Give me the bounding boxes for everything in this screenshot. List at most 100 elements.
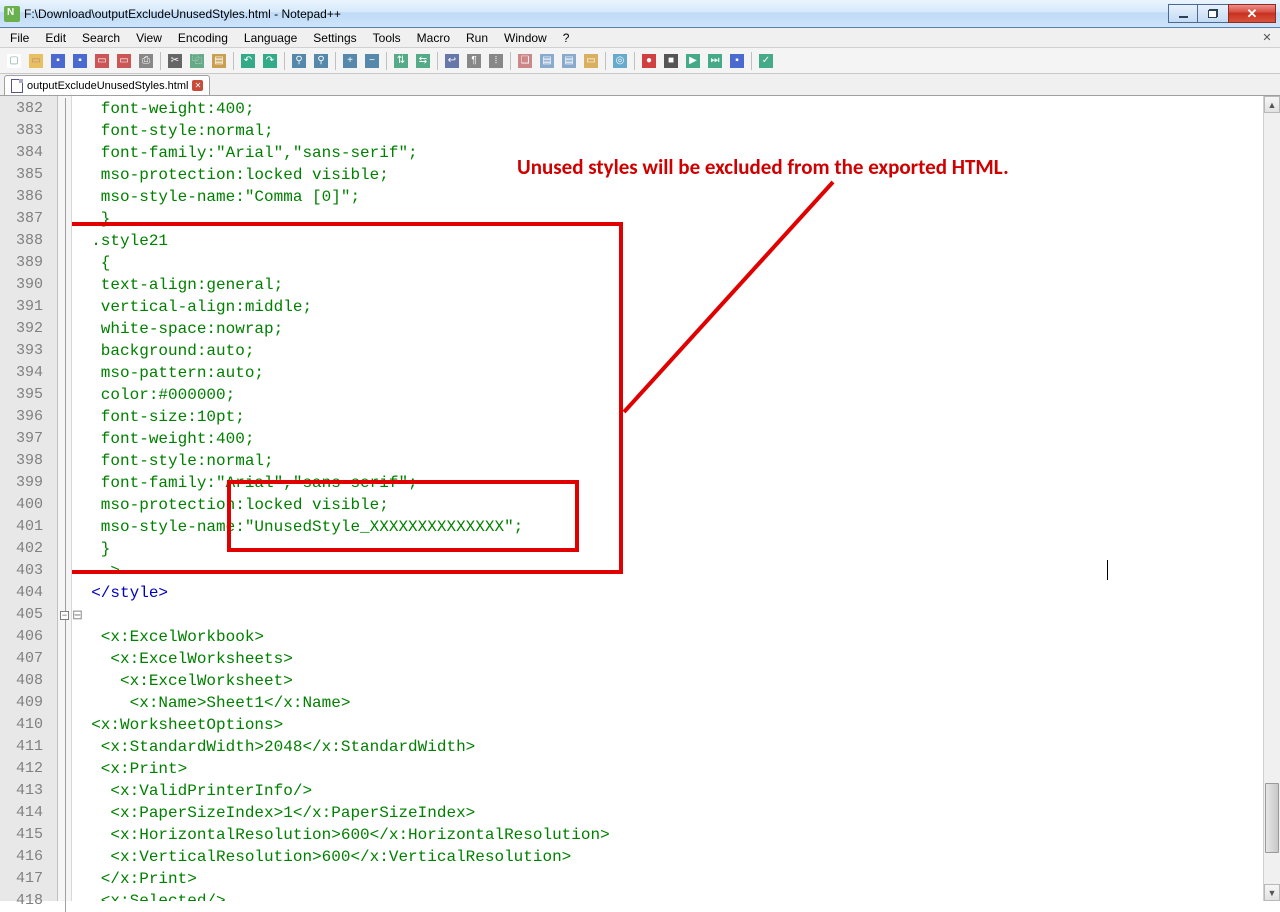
menu-[interactable]: ? <box>555 29 578 47</box>
fold-marker[interactable] <box>58 516 71 538</box>
fold-marker[interactable] <box>58 164 71 186</box>
cut-button[interactable]: ✂ <box>165 51 185 71</box>
fold-marker[interactable] <box>58 692 71 714</box>
menu-tools[interactable]: Tools <box>365 29 409 47</box>
menu-window[interactable]: Window <box>496 29 555 47</box>
fold-marker[interactable] <box>58 868 71 890</box>
doc-map-icon: ▤ <box>540 54 554 68</box>
record-button[interactable]: ● <box>639 51 659 71</box>
vertical-scrollbar[interactable]: ▲ ▼ <box>1263 96 1280 901</box>
open-file-button[interactable]: ▭ <box>26 51 46 71</box>
print-button[interactable]: ⎙ <box>136 51 156 71</box>
line-number: 415 <box>0 824 57 846</box>
sync-v-button[interactable]: ⇅ <box>391 51 411 71</box>
fold-marker[interactable] <box>58 736 71 758</box>
copy-button[interactable]: ⿻ <box>187 51 207 71</box>
play-multi-button[interactable]: ⏭ <box>705 51 725 71</box>
stop-button[interactable]: ■ <box>661 51 681 71</box>
lang-button[interactable]: ❏ <box>515 51 535 71</box>
fold-marker[interactable] <box>58 560 71 582</box>
fold-marker[interactable] <box>58 362 71 384</box>
scroll-up-button[interactable]: ▲ <box>1264 96 1280 113</box>
scroll-track[interactable] <box>1264 113 1280 884</box>
fold-marker[interactable] <box>58 670 71 692</box>
save-all-icon: ▪ <box>73 54 87 68</box>
menu-view[interactable]: View <box>128 29 170 47</box>
find-button[interactable]: ⚲ <box>289 51 309 71</box>
line-number: 389 <box>0 252 57 274</box>
menu-settings[interactable]: Settings <box>305 29 364 47</box>
fold-marker[interactable] <box>58 208 71 230</box>
code-line: mso-style-name:"UnusedStyle_XXXXXXXXXXXX… <box>72 516 1280 538</box>
undo-button[interactable]: ↶ <box>238 51 258 71</box>
indent-guide-button[interactable]: ⦙ <box>486 51 506 71</box>
fold-marker[interactable] <box>58 318 71 340</box>
sync-h-button[interactable]: ⇆ <box>413 51 433 71</box>
new-file-button[interactable]: ▢ <box>4 51 24 71</box>
menu-run[interactable]: Run <box>458 29 496 47</box>
fold-marker[interactable] <box>58 230 71 252</box>
close-all-button[interactable]: ▭ <box>114 51 134 71</box>
func-list-button[interactable]: ▤ <box>559 51 579 71</box>
menu-language[interactable]: Language <box>236 29 305 47</box>
save-all-button[interactable]: ▪ <box>70 51 90 71</box>
line-number: 390 <box>0 274 57 296</box>
fold-marker[interactable] <box>58 582 71 604</box>
redo-button[interactable]: ↷ <box>260 51 280 71</box>
menu-search[interactable]: Search <box>74 29 128 47</box>
fold-marker[interactable] <box>58 538 71 560</box>
fold-marker[interactable] <box>58 186 71 208</box>
tab-close-button[interactable]: ✕ <box>192 80 203 91</box>
fold-marker[interactable] <box>58 450 71 472</box>
zoom-in-button[interactable]: + <box>340 51 360 71</box>
fold-marker[interactable] <box>58 472 71 494</box>
fold-marker[interactable] <box>58 340 71 362</box>
fold-marker[interactable] <box>58 98 71 120</box>
fold-marker[interactable] <box>58 142 71 164</box>
doc-map-button[interactable]: ▤ <box>537 51 557 71</box>
menu-file[interactable]: File <box>2 29 37 47</box>
menu-edit[interactable]: Edit <box>37 29 74 47</box>
save-button[interactable]: ▪ <box>48 51 68 71</box>
fold-marker[interactable] <box>58 494 71 516</box>
code-area[interactable]: Unused styles will be excluded from the … <box>72 96 1280 901</box>
close-button[interactable]: ✕ <box>1228 4 1276 23</box>
folder-button[interactable]: ▭ <box>581 51 601 71</box>
scroll-down-button[interactable]: ▼ <box>1264 884 1280 901</box>
menu-encoding[interactable]: Encoding <box>170 29 236 47</box>
fold-marker[interactable] <box>58 780 71 802</box>
play-button[interactable]: ▶ <box>683 51 703 71</box>
scroll-thumb[interactable] <box>1265 783 1279 853</box>
fold-marker[interactable] <box>58 384 71 406</box>
show-all-button[interactable]: ¶ <box>464 51 484 71</box>
fold-marker[interactable] <box>58 428 71 450</box>
fold-marker[interactable] <box>58 846 71 868</box>
code-line: <x:ValidPrinterInfo/> <box>72 780 1280 802</box>
fold-marker[interactable] <box>58 626 71 648</box>
spell-button[interactable]: ✓ <box>756 51 776 71</box>
fold-marker[interactable] <box>58 890 71 912</box>
wrap-button[interactable]: ↩ <box>442 51 462 71</box>
fold-marker[interactable] <box>58 758 71 780</box>
fold-marker[interactable] <box>58 274 71 296</box>
minimize-button[interactable] <box>1168 4 1198 23</box>
fold-marker[interactable] <box>58 406 71 428</box>
fold-marker[interactable] <box>58 252 71 274</box>
menu-macro[interactable]: Macro <box>409 29 458 47</box>
mdi-close-button[interactable]: ✕ <box>1260 30 1274 44</box>
monitor-button[interactable]: ◎ <box>610 51 630 71</box>
document-tab[interactable]: outputExcludeUnusedStyles.html ✕ <box>4 75 210 95</box>
paste-button[interactable]: ▤ <box>209 51 229 71</box>
zoom-out-button[interactable]: − <box>362 51 382 71</box>
restore-button[interactable] <box>1198 4 1228 23</box>
fold-marker[interactable] <box>58 120 71 142</box>
fold-marker[interactable] <box>58 714 71 736</box>
fold-marker[interactable]: − <box>58 604 71 626</box>
fold-marker[interactable] <box>58 648 71 670</box>
save-macro-button[interactable]: ▪ <box>727 51 747 71</box>
replace-button[interactable]: ⚲ <box>311 51 331 71</box>
close-button[interactable]: ▭ <box>92 51 112 71</box>
fold-marker[interactable] <box>58 824 71 846</box>
fold-marker[interactable] <box>58 802 71 824</box>
fold-marker[interactable] <box>58 296 71 318</box>
